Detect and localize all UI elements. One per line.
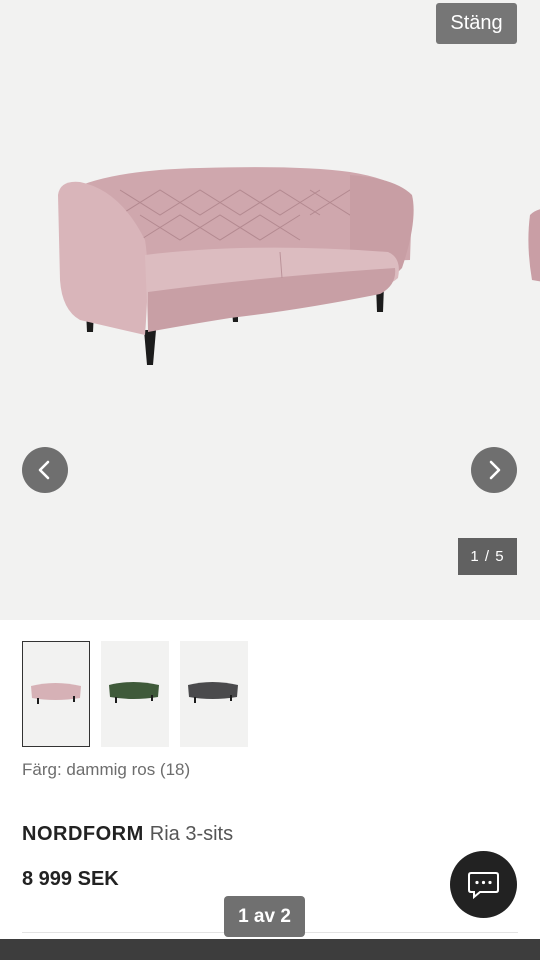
sofa-thumbnail-image — [31, 683, 81, 704]
product-price: 8 999 SEK — [22, 868, 119, 890]
close-button[interactable]: Stäng — [436, 3, 517, 44]
image-counter: 1 / 5 — [458, 538, 517, 575]
sofa-thumbnail-image — [109, 682, 159, 703]
sofa-image — [58, 167, 414, 365]
next-image-preview — [528, 209, 540, 282]
image-gallery: Stäng 1 / 5 — [0, 0, 540, 620]
sofa-thumbnail-image — [188, 682, 238, 703]
page-indicator: 1 av 2 — [224, 896, 305, 937]
product-model: Ria 3-sits — [149, 823, 234, 845]
bottom-bar — [0, 939, 540, 960]
product-brand: NORDFORM — [22, 823, 144, 845]
chevron-left-icon — [38, 460, 50, 480]
thumbnail-dusty-rose[interactable] — [22, 641, 90, 747]
chevron-right-icon — [489, 460, 501, 480]
previous-image-button[interactable] — [22, 447, 68, 493]
chat-icon — [468, 872, 499, 900]
next-image-button[interactable] — [471, 447, 517, 493]
color-label: Färg: dammig ros (18) — [22, 760, 191, 779]
thumbnail-grey[interactable] — [180, 641, 248, 747]
thumbnail-green[interactable] — [101, 641, 169, 747]
chat-button[interactable] — [450, 851, 517, 918]
product-title: NORDFORM Ria 3-sits — [22, 823, 233, 846]
